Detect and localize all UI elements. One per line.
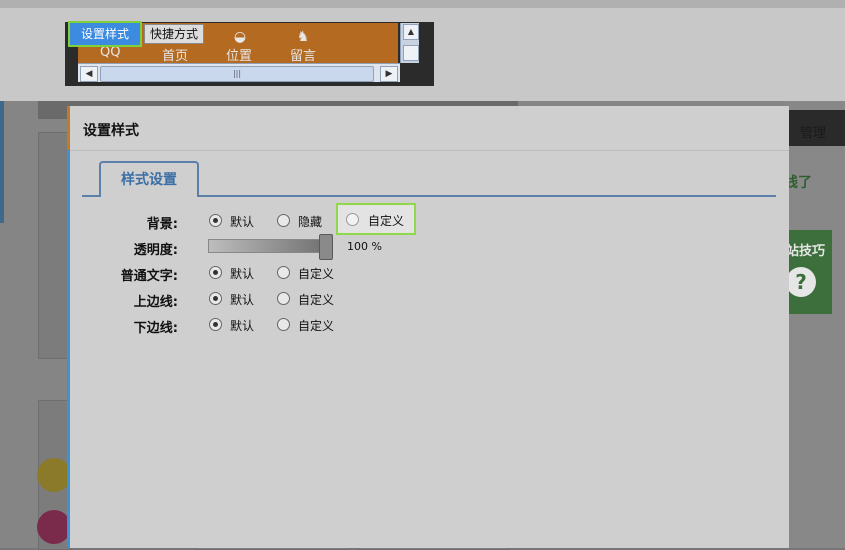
bottom-border-default-option[interactable]: 默认 [230, 317, 254, 334]
text-default-option[interactable]: 默认 [230, 265, 254, 282]
manage-link[interactable]: 管理 [800, 122, 826, 141]
background-row: 背景: 默认 隐藏 [70, 211, 789, 232]
preview-vertical-scrollbar[interactable]: ▲ [400, 23, 419, 63]
opacity-label: 透明度: [133, 243, 178, 258]
background-custom-highlight[interactable]: 自定义 [336, 203, 416, 235]
text-row: 普通文字: 默认 自定义 [70, 263, 789, 284]
background-left-edge [0, 101, 4, 223]
background-user-icon [37, 510, 71, 544]
dialog-header-accent [67, 106, 70, 150]
nav-item-location[interactable]: 位置 [226, 45, 252, 64]
background-hide-radio[interactable] [277, 214, 290, 227]
background-right-panel [785, 101, 845, 548]
tips-label: 站技巧 [786, 244, 826, 259]
bottom-border-custom-option[interactable]: 自定义 [298, 317, 334, 334]
opacity-slider-handle[interactable] [319, 234, 333, 260]
android-icon: ♞ [296, 29, 310, 45]
opacity-row: 透明度: [70, 237, 789, 258]
shortcut-tab[interactable]: 快捷方式 [144, 24, 204, 44]
nav-item-qq[interactable]: QQ [100, 45, 120, 60]
set-style-tab[interactable]: 设置样式 [68, 21, 142, 47]
top-border-default-radio[interactable] [209, 292, 222, 305]
top-border-custom-radio[interactable] [277, 292, 290, 305]
top-border-custom-option[interactable]: 自定义 [298, 291, 334, 308]
bottom-border-row: 下边线: 默认 自定义 [70, 315, 789, 336]
nav-item-home[interactable]: 首页 [162, 45, 188, 64]
scroll-right-icon[interactable]: ▶ [380, 66, 398, 82]
top-border-row: 上边线: 默认 自定义 [70, 289, 789, 310]
bottom-border-default-radio[interactable] [209, 318, 222, 331]
top-border-label: 上边线: [133, 295, 178, 310]
bottom-border-custom-radio[interactable] [277, 318, 290, 331]
text-custom-option[interactable]: 自定义 [298, 265, 334, 282]
background-hide-option[interactable]: 隐藏 [298, 213, 322, 230]
scroll-up-icon[interactable]: ▲ [403, 24, 419, 40]
opacity-value: 100 % [347, 240, 382, 253]
top-border-default-option[interactable]: 默认 [230, 291, 254, 308]
text-default-radio[interactable] [209, 266, 222, 279]
text-label: 普通文字: [120, 269, 178, 284]
scroll-thumb[interactable] [403, 45, 419, 61]
tab-style-settings[interactable]: 样式设置 [99, 161, 199, 197]
background-custom-option[interactable]: 自定义 [368, 212, 404, 229]
background-default-option[interactable]: 默认 [230, 213, 254, 230]
opacity-slider-track[interactable] [208, 239, 332, 253]
background-custom-radio[interactable] [346, 213, 359, 226]
background-top-strip [0, 0, 845, 8]
preview-horizontal-scrollbar[interactable]: ◀ ||| ▶ [78, 63, 400, 82]
dialog-header: 设置样式 [67, 106, 789, 151]
background-default-radio[interactable] [209, 214, 222, 227]
location-icon: ◒ [233, 29, 247, 45]
background-lock-icon [37, 458, 71, 492]
dialog-title: 设置样式 [83, 123, 139, 139]
background-label: 背景: [146, 217, 178, 232]
scroll-left-icon[interactable]: ◀ [80, 66, 98, 82]
bottom-border-label: 下边线: [133, 321, 178, 336]
nav-item-message[interactable]: 留言 [290, 45, 316, 64]
scroll-thumb-horizontal[interactable]: ||| [100, 66, 374, 82]
style-settings-dialog: 设置样式 样式设置 背景: 默认 隐藏 自定义 透明度: 100 % 普通文字:… [67, 106, 789, 548]
text-custom-radio[interactable] [277, 266, 290, 279]
help-icon: ? [786, 267, 816, 297]
